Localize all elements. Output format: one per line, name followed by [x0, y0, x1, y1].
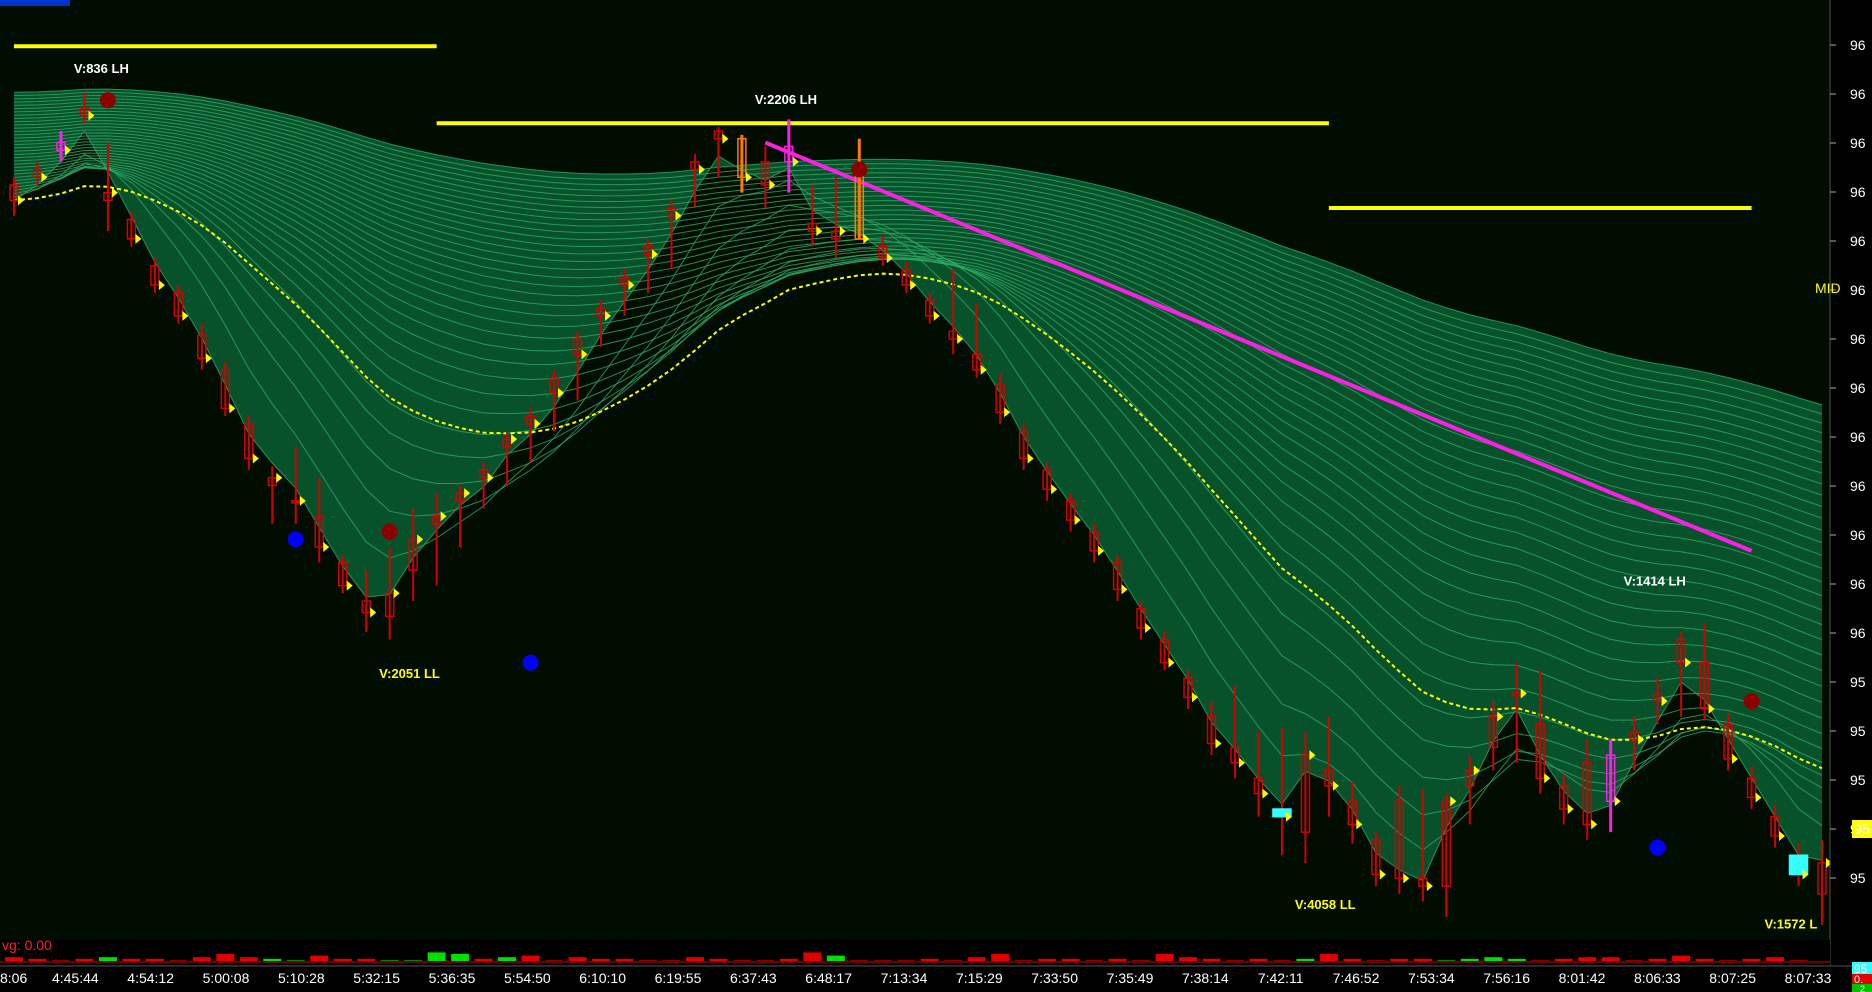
volume-bar-42 [991, 954, 1010, 962]
swing-dot-4 [522, 654, 539, 671]
time-tick-label-21: 8:01:42 [1559, 970, 1606, 986]
price-tick-label-11: 96 [1850, 576, 1866, 592]
annotation-0: V:836 LH [74, 61, 129, 76]
time-tick-label-9: 6:19:55 [655, 970, 702, 986]
time-tick-label-11: 6:48:17 [805, 970, 852, 986]
time-tick-label-20: 7:56:16 [1483, 970, 1530, 986]
time-tick-label-3: 5:00:08 [203, 970, 250, 986]
time-tick-label-24: 8:07:33 [1785, 970, 1832, 986]
price-tick-label-1: 96 [1850, 86, 1866, 102]
time-tick-label-19: 7:53:34 [1408, 970, 1455, 986]
badge-bot-text: 2 [1860, 984, 1865, 992]
time-tick-label-18: 7:46:52 [1333, 970, 1380, 986]
price-tick-label-2: 96 [1850, 135, 1866, 151]
price-tick-label-13: 95 [1850, 674, 1866, 690]
top-left-badge [0, 0, 70, 6]
time-tick-label-12: 7:13:34 [881, 970, 928, 986]
time-tick-label-10: 6:37:43 [730, 970, 777, 986]
price-tick-label-9: 96 [1850, 478, 1866, 494]
time-tick-label-23: 8:07:25 [1709, 970, 1756, 986]
time-tick-label-16: 7:38:14 [1182, 970, 1229, 986]
time-tick-label-0: 8:06 [0, 970, 27, 986]
price-tick-label-0: 96 [1850, 37, 1866, 53]
price-tick-label-12: 96 [1850, 625, 1866, 641]
annotation-4: V:1414 LH [1624, 574, 1686, 589]
swing-dot-6 [1649, 839, 1666, 856]
swing-dot-2 [851, 161, 868, 178]
price-tick-label-8: 96 [1850, 429, 1866, 445]
price-tick-label-6: 96 [1850, 331, 1866, 347]
time-tick-label-7: 5:54:50 [504, 970, 551, 986]
annotation-3: V:4058 LL [1295, 897, 1356, 912]
annotation-1: V:2206 LH [755, 92, 817, 107]
price-tick-label-7: 96 [1850, 380, 1866, 396]
swing-dot-3 [287, 531, 304, 548]
swing-dot-0 [99, 92, 116, 109]
time-tick-label-5: 5:32:15 [353, 970, 400, 986]
time-tick-label-4: 5:10:28 [278, 970, 325, 986]
chart-canvas: V:836 LH V:2206 LH V:2051 LL V:4058 LL V:141… [0, 0, 1872, 992]
time-tick-label-6: 5:36:35 [429, 970, 476, 986]
current-price-label: 95 [1854, 821, 1870, 837]
annotation-5: V:1572 L [1765, 916, 1818, 931]
annotation-2: V:2051 LL [379, 666, 440, 681]
avg-volume-label: vg: 0.00 [2, 937, 52, 953]
price-tick-label-10: 96 [1850, 527, 1866, 543]
price-tick-label-15: 95 [1850, 772, 1866, 788]
price-tick-label-14: 95 [1850, 723, 1866, 739]
time-tick-label-13: 7:15:29 [956, 970, 1003, 986]
swing-dot-1 [381, 523, 398, 540]
price-tick-label-3: 96 [1850, 184, 1866, 200]
swing-dot-5 [1743, 693, 1760, 710]
mid-label: MID [1815, 280, 1841, 296]
price-tick-label-5: 96 [1850, 282, 1866, 298]
time-tick-label-15: 7:35:49 [1107, 970, 1154, 986]
time-tick-label-22: 8:06:33 [1634, 970, 1681, 986]
price-tick-label-4: 96 [1850, 233, 1866, 249]
volume-bar-19 [451, 954, 470, 962]
volume-bar-18 [427, 952, 446, 962]
volume-bar-49 [1155, 954, 1174, 962]
volume-bar-34 [803, 952, 822, 962]
time-tick-label-14: 7:33:50 [1031, 970, 1078, 986]
volume-bar-56 [1319, 954, 1338, 962]
time-tick-label-17: 7:42:11 [1258, 970, 1304, 986]
time-tick-label-2: 4:54:12 [127, 970, 174, 986]
volume-bar-9 [216, 954, 235, 962]
time-tick-label-1: 4:45:44 [52, 970, 99, 986]
time-tick-label-8: 6:10:10 [579, 970, 626, 986]
price-tick-label-17: 95 [1850, 870, 1866, 886]
